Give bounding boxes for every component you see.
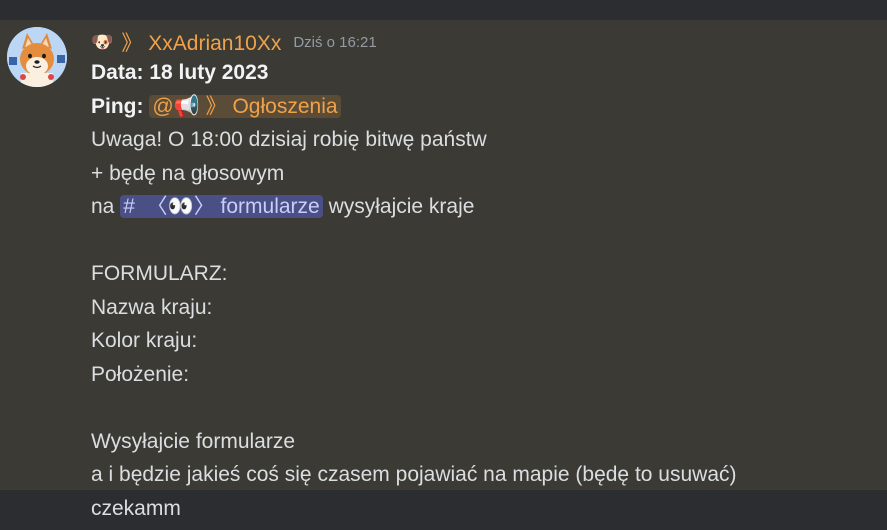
date-label: Data: xyxy=(91,61,144,84)
message-timestamp[interactable]: Dziś o 16:21 xyxy=(293,34,376,51)
message-text-line: a i będzie jakieś coś się czasem pojawia… xyxy=(91,463,737,486)
ping-label: Ping: xyxy=(91,94,144,118)
date-value: 18 luty 2023 xyxy=(149,61,269,84)
form-field-name: Nazwa kraju: xyxy=(91,295,213,319)
message-content: 🐶 》 XxAdrian10Xx Dziś o 16:21 Data: 18 l… xyxy=(91,28,877,492)
message-header: 🐶 》 XxAdrian10Xx Dziś o 16:21 xyxy=(91,28,877,56)
line-suffix: wysyłajcie kraje xyxy=(328,195,475,218)
form-title: FORMULARZ: xyxy=(91,262,228,285)
shiba-dog-avatar-icon xyxy=(7,27,67,87)
next-message-text: czekamm xyxy=(91,497,181,520)
message-text-line: na # 〈👀〉 formularze wysyłajcie kraje xyxy=(91,190,877,224)
previous-message-area xyxy=(0,0,887,20)
message-text-line: Wysyłajcie formularze xyxy=(91,429,296,453)
dog-face-emoji-icon: 🐶 xyxy=(91,32,114,52)
username-separator: 》 xyxy=(121,32,143,55)
message-text-line: Uwaga! O 18:00 dzisiaj robię bitwę państ… xyxy=(91,128,487,151)
role-mention-ogloszenia[interactable]: @📢 》 Ogłoszenia xyxy=(149,94,341,118)
line-prefix: na xyxy=(91,195,115,218)
chat-message[interactable]: 🐶 》 XxAdrian10Xx Dziś o 16:21 Data: 18 l… xyxy=(0,20,887,490)
channel-mention-formularze[interactable]: # 〈👀〉 formularze xyxy=(120,195,323,218)
ping-line: Ping: @📢 》 Ogłoszenia xyxy=(91,90,877,124)
next-chat-message[interactable]: czekamm xyxy=(0,490,887,530)
date-line: Data: 18 luty 2023 xyxy=(91,56,877,90)
username[interactable]: 》 XxAdrian10Xx xyxy=(121,27,281,57)
user-avatar[interactable] xyxy=(7,27,67,87)
form-field-location: Położenie: xyxy=(91,362,190,386)
message-text-line: + będę na głosowym xyxy=(91,161,285,185)
form-field-color: Kolor kraju: xyxy=(91,329,198,352)
username-text: XxAdrian10Xx xyxy=(148,32,282,55)
